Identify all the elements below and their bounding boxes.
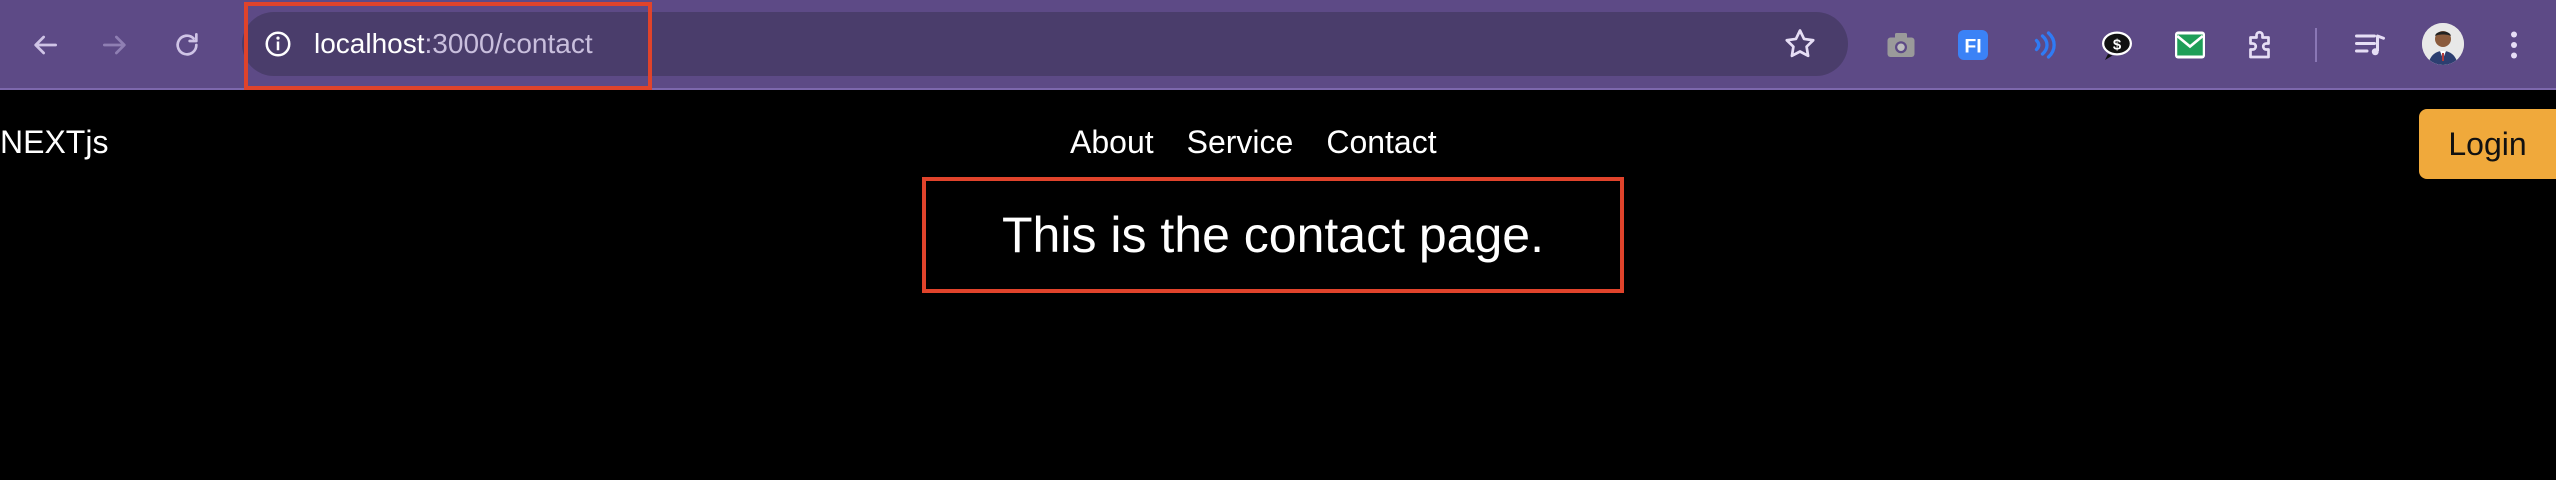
- back-icon: [34, 35, 57, 55]
- audio-extension-icon[interactable]: [2024, 25, 2064, 65]
- forward-button[interactable]: [90, 20, 140, 70]
- nav-link-contact[interactable]: Contact: [1326, 122, 1436, 162]
- nav-link-about[interactable]: About: [1070, 122, 1154, 162]
- forward-icon: [103, 35, 126, 55]
- reload-button[interactable]: [162, 20, 212, 70]
- fi-extension-icon[interactable]: FI: [1953, 25, 1993, 65]
- nav-link-service[interactable]: Service: [1187, 122, 1294, 162]
- extensions-puzzle-icon[interactable]: [2241, 25, 2281, 65]
- site-logo[interactable]: NEXTjs: [0, 122, 108, 162]
- camera-extension-icon[interactable]: [1881, 25, 1921, 65]
- media-queue-icon[interactable]: [2350, 25, 2390, 65]
- main-nav: About Service Contact: [1070, 122, 1437, 162]
- login-button[interactable]: Login: [2419, 109, 2556, 179]
- svg-text:$: $: [2113, 37, 2122, 54]
- profile-avatar[interactable]: [2422, 23, 2464, 65]
- reload-icon: [176, 33, 198, 56]
- url-highlight-annotation: [244, 2, 652, 90]
- fi-extension-label: FI: [1964, 36, 1981, 58]
- chat-extension-icon[interactable]: $: [2097, 25, 2137, 65]
- menu-kebab-icon[interactable]: [2494, 25, 2534, 65]
- toolbar-separator: [2315, 28, 2317, 62]
- page-heading: This is the contact page.: [1002, 207, 1544, 263]
- mail-extension-icon[interactable]: [2170, 25, 2210, 65]
- bookmark-star-icon[interactable]: [1782, 26, 1818, 62]
- back-button[interactable]: [20, 20, 70, 70]
- content-highlight-annotation: This is the contact page.: [922, 177, 1624, 293]
